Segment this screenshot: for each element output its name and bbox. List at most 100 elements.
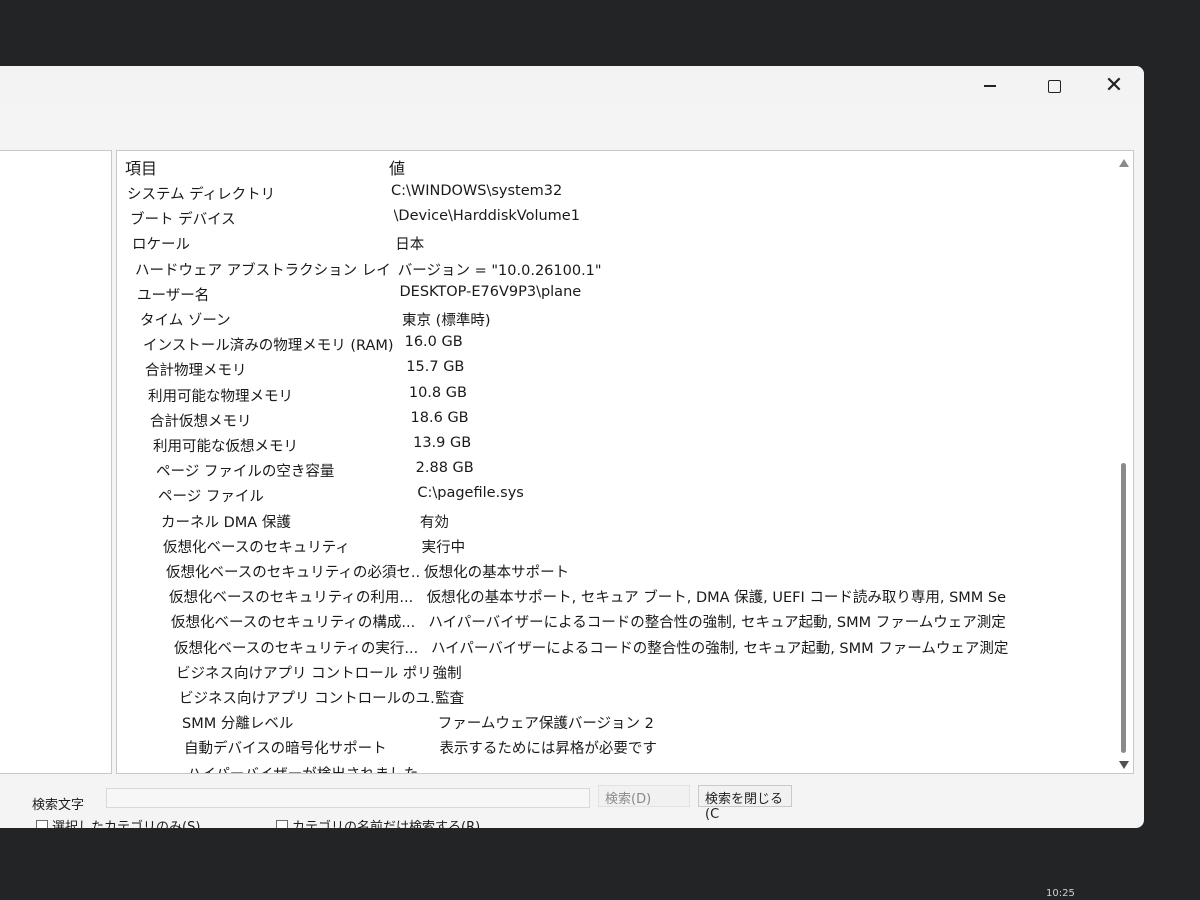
item-name: ハードウェア アブストラクション レイヤー [135, 262, 390, 279]
list-item[interactable]: ビジネス向けアプリ コントロールのユ... 監査 [179, 685, 1133, 709]
item-value: 実行中 [421, 539, 466, 556]
list-item[interactable]: システム ディレクトリ C:\WINDOWS\system32 [127, 181, 1087, 205]
list-item[interactable]: 仮想化ベースのセキュリティの利用... 仮想化の基本サポート, セキュア ブート,… [169, 584, 1129, 608]
item-value: 15.7 GB [406, 359, 465, 376]
item-value: バージョン = "10.0.26100.1" [397, 262, 602, 279]
item-value: C:\pagefile.sys [417, 485, 524, 502]
item-value: 16.0 GB [404, 334, 463, 351]
item-value: ハイパーバイザーによるコードの整合性の強制, セキュア起動, SMM ファームウ… [430, 640, 1009, 657]
list-item[interactable]: 利用可能な物理メモリ 10.8 GB [148, 383, 1108, 407]
list-item[interactable]: SMM 分離レベル ファームウェア保護バージョン 2 [182, 710, 1133, 734]
minimize-button[interactable] [958, 66, 1022, 106]
item-name: ロケール [132, 237, 190, 254]
item-value: 日本 [395, 237, 425, 254]
item-value: 2.88 GB [415, 460, 474, 477]
list-item[interactable]: ロケール 日本 [132, 231, 1092, 255]
search-button[interactable]: 検索(D) [598, 785, 690, 807]
item-value: ファームウェア保護バージョン 2 [437, 716, 654, 733]
find-label: 検索文字 [32, 798, 85, 813]
close-icon: ✕ [1104, 73, 1124, 98]
list-item[interactable]: インストール済みの物理メモリ (RAM) 16.0 GB [143, 332, 1103, 356]
item-value: 強制 [432, 665, 462, 682]
item-name: SMM 分離レベル [182, 716, 294, 733]
list-item[interactable]: 合計物理メモリ 15.7 GB [145, 357, 1105, 381]
category-tree[interactable] [0, 150, 112, 774]
list-item[interactable]: ビジネス向けアプリ コントロール ポリ... 強制 [176, 660, 1133, 684]
item-value: 仮想化の基本サポート, セキュア ブート, DMA 保護, UEFI コード読み… [426, 590, 1007, 607]
item-name: ユーザー名 [137, 287, 210, 304]
scroll-down-arrow-icon[interactable] [1119, 761, 1129, 769]
item-name: 利用可能な仮想メモリ [153, 439, 298, 455]
item-name: システム ディレクトリ [127, 187, 276, 203]
taskbar-clock: 10:25 [1046, 888, 1075, 899]
minimize-icon [984, 85, 996, 87]
details-list[interactable]: 項目 値 システム ディレクトリ C:\WINDOWS\system32 ブート デ… [116, 150, 1134, 774]
scroll-thumb[interactable] [1121, 463, 1126, 753]
item-name: ブート デバイス [130, 212, 236, 229]
checkbox-box[interactable] [276, 819, 288, 828]
item-name: ハイパーバイザーが検出されました。... [187, 763, 442, 773]
vertical-scrollbar[interactable] [1115, 151, 1133, 773]
list-item[interactable]: ハイパーバイザーが検出されました。... [187, 761, 1133, 773]
item-value: C:\WINDOWS\system32 [391, 183, 563, 199]
list-item[interactable]: 合計仮想メモリ 18.6 GB [150, 408, 1110, 432]
list-item[interactable]: 自動デバイスの暗号化サポート 表示するためには昇格が必要です [184, 735, 1133, 759]
list-item[interactable]: タイム ゾーン 東京 (標準時) [140, 307, 1100, 331]
find-input[interactable] [106, 788, 590, 808]
item-value: \Device\HarddiskVolume1 [393, 208, 580, 225]
find-bar: 検索文字 検索(D) 検索を閉じる(C 選択したカテゴリのみ(S) カテゴリの名… [0, 778, 1144, 828]
checkbox-label: カテゴリの名前だけ検索する(R) [292, 820, 481, 828]
item-value: DESKTOP-E76V9P3\plane [399, 283, 582, 300]
item-value: ハイパーバイザーによるコードの整合性の強制, セキュア起動, SMM ファームウ… [428, 615, 1006, 632]
list-item[interactable]: ページ ファイル C:\pagefile.sys [158, 483, 1118, 507]
scroll-up-arrow-icon[interactable] [1119, 159, 1129, 167]
maximize-icon [1047, 79, 1061, 93]
list-item[interactable]: 仮想化ベースのセキュリティの実行... ハイパーバイザーによるコードの整合性の強制… [174, 635, 1133, 659]
maximize-button[interactable] [1022, 66, 1086, 106]
title-bar: ✕ [0, 66, 1144, 106]
list-item[interactable]: 仮想化ベースのセキュリティの必須セ... 仮想化の基本サポート [166, 559, 1126, 583]
list-item[interactable]: カーネル DMA 保護 有効 [161, 509, 1121, 533]
checkbox-box[interactable] [36, 819, 48, 828]
list-item[interactable]: ブート デバイス \Device\HarddiskVolume1 [130, 206, 1090, 230]
item-name: ページ ファイルの空き容量 [156, 464, 335, 481]
item-value: 表示するためには昇格が必要です [439, 741, 657, 758]
item-name: 利用可能な物理メモリ [148, 388, 293, 405]
item-value: 監査 [435, 691, 465, 707]
item-name: ビジネス向けアプリ コントロール ポリ... [176, 665, 431, 682]
list-item[interactable]: 仮想化ベースのセキュリティ 実行中 [163, 534, 1123, 558]
item-value: 東京 (標準時) [402, 313, 491, 329]
item-name: 仮想化ベースのセキュリティの実行... [174, 640, 419, 657]
list-item[interactable]: ページ ファイルの空き容量 2.88 GB [156, 458, 1116, 482]
item-name: 仮想化ベースのセキュリティの構成... [171, 615, 416, 632]
column-header-item[interactable]: 項目 [125, 155, 157, 179]
list-header: 項目 値 [117, 151, 1092, 179]
list-item[interactable]: 仮想化ベースのセキュリティの構成... ハイパーバイザーによるコードの整合性の強制… [171, 609, 1131, 633]
item-value: 10.8 GB [408, 384, 467, 401]
close-find-button[interactable]: 検索を閉じる(C [698, 785, 792, 822]
item-name: ビジネス向けアプリ コントロールのユ... [179, 691, 434, 707]
column-header-value[interactable]: 値 [389, 155, 405, 179]
item-name: ページ ファイル [158, 489, 264, 506]
item-name: カーネル DMA 保護 [161, 514, 291, 531]
item-value: 有効 [419, 514, 449, 531]
item-name: 合計仮想メモリ [150, 413, 252, 430]
item-value: 仮想化の基本サポート [424, 565, 570, 581]
list-item[interactable]: ハードウェア アブストラクション レイヤーバージョン = "10.0.26100… [135, 257, 1095, 281]
item-name: 仮想化ベースのセキュリティの利用... [169, 590, 414, 607]
list-item[interactable]: ユーザー名 DESKTOP-E76V9P3\plane [137, 282, 1097, 306]
list-item[interactable]: 利用可能な仮想メモリ 13.9 GB [153, 433, 1113, 457]
item-name: 合計物理メモリ [145, 363, 247, 380]
item-name: 自動デバイスの暗号化サポート [184, 741, 387, 758]
item-name: インストール済みの物理メモリ (RAM) [143, 338, 394, 355]
checkbox-selected-category[interactable]: 選択したカテゴリのみ(S) [36, 816, 200, 828]
item-name: 仮想化ベースのセキュリティ [163, 539, 350, 556]
item-value: 18.6 GB [410, 409, 469, 426]
item-value: 13.9 GB [413, 435, 472, 451]
system-information-window: ✕ 項目 値 システム ディレクトリ C:\WINDOWS\system32 ブート… [0, 66, 1144, 828]
checkbox-label: 選択したカテゴリのみ(S) [52, 820, 201, 828]
close-button[interactable]: ✕ [1082, 66, 1144, 106]
item-name: タイム ゾーン [140, 313, 231, 329]
item-name: 仮想化ベースのセキュリティの必須セ... [166, 565, 421, 581]
checkbox-category-names[interactable]: カテゴリの名前だけ検索する(R) [276, 816, 480, 828]
